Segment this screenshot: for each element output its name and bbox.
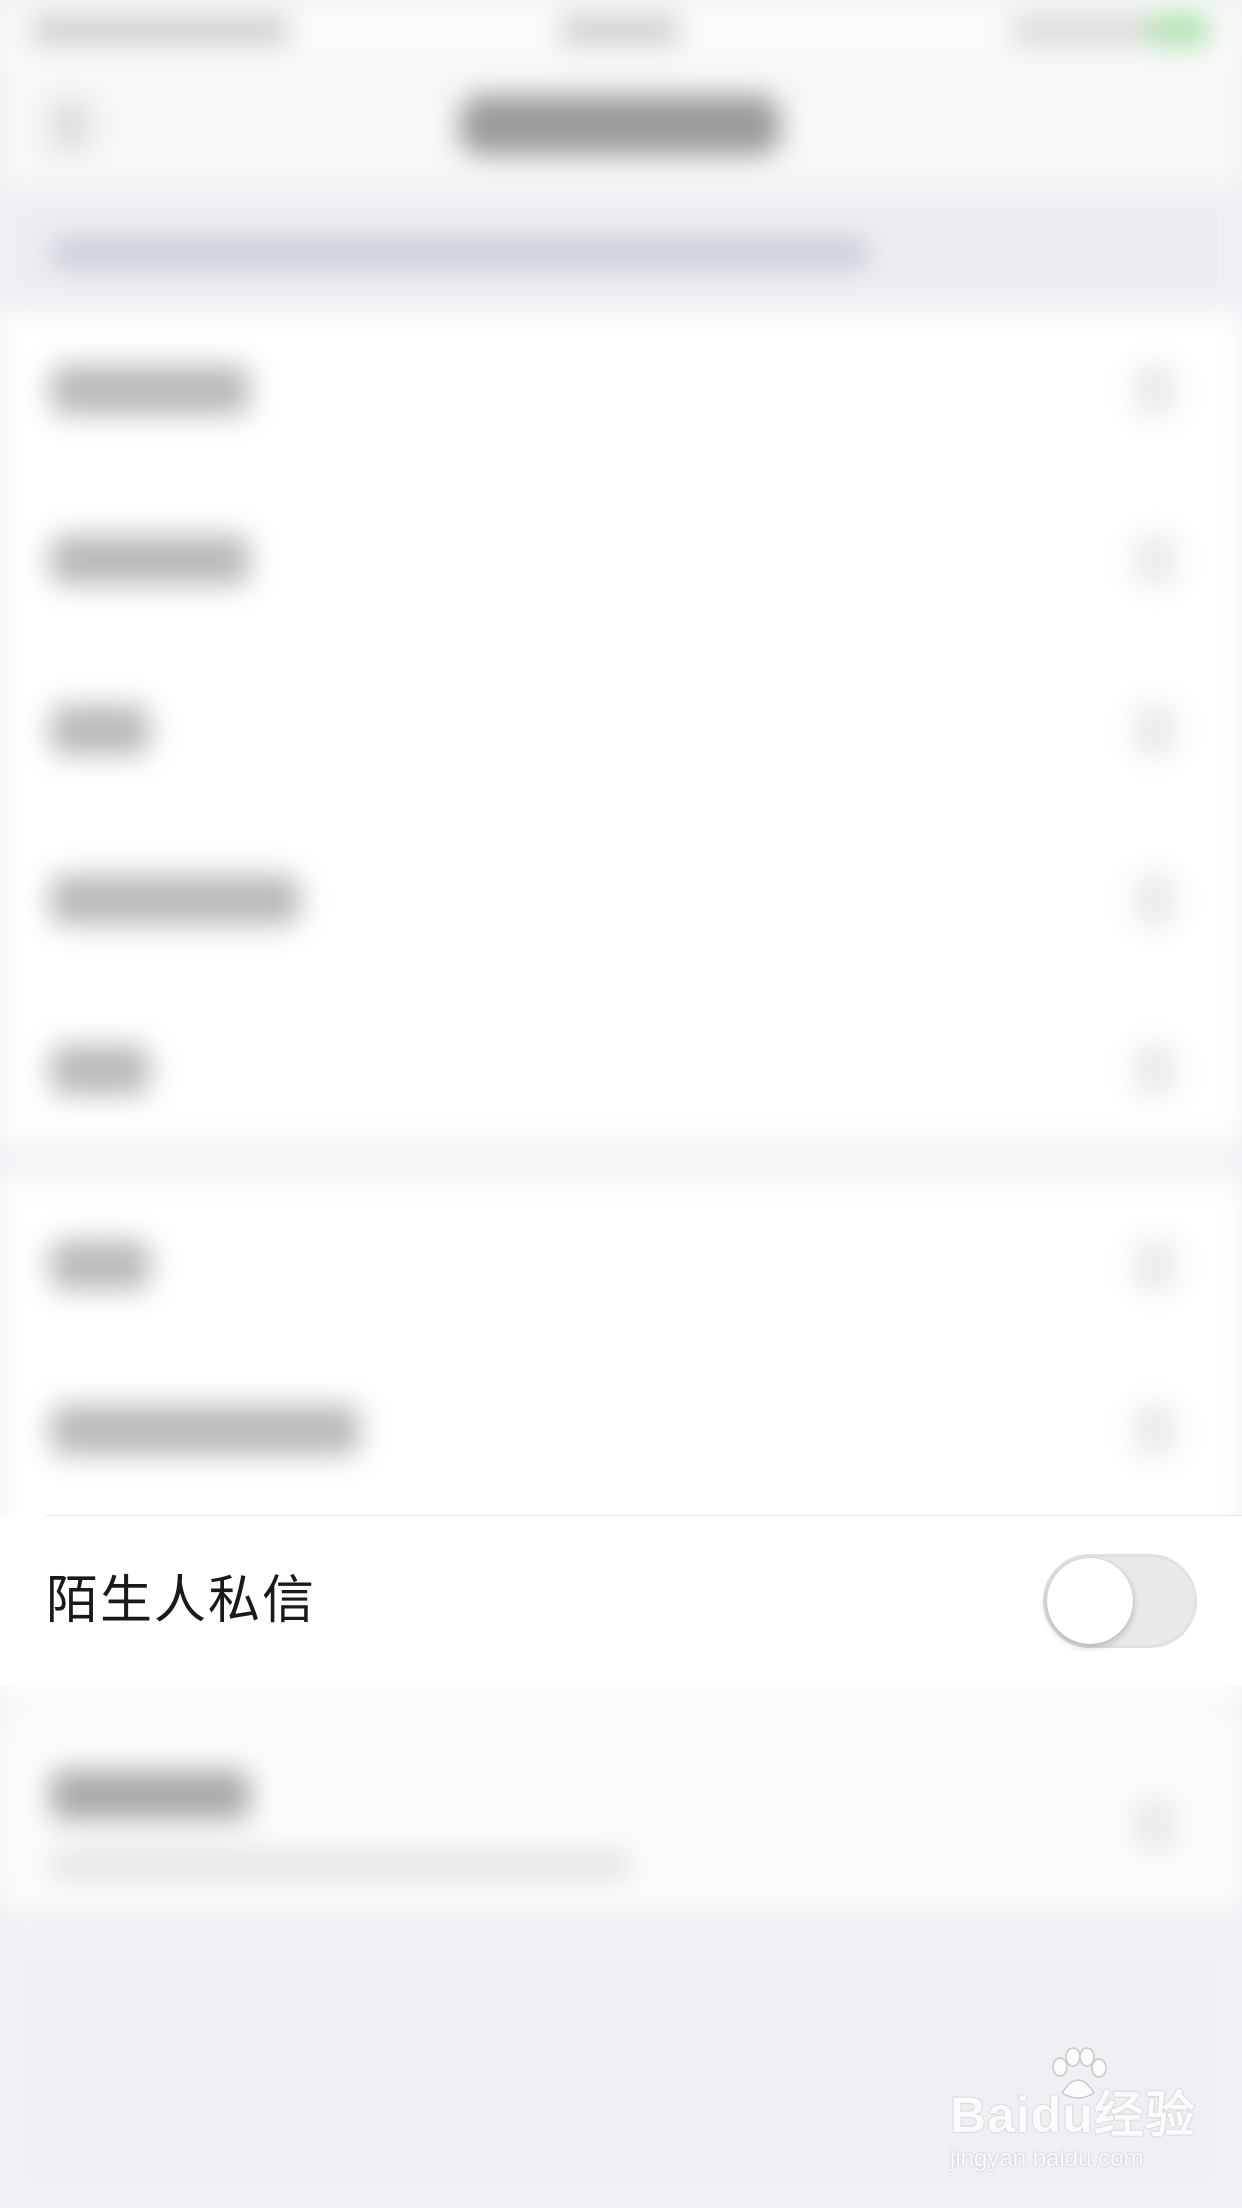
stranger-message-row[interactable]: 陌生人私信 — [0, 1516, 1242, 1686]
settings-list — [0, 310, 1242, 1700]
chevron-right-icon — [1135, 535, 1175, 585]
watermark-logo-text: Baidu经验 — [950, 2087, 1196, 2143]
list-item-label[interactable] — [50, 365, 250, 415]
list-item-label[interactable] — [50, 1240, 150, 1290]
toggle-knob — [1047, 1558, 1133, 1644]
navigation-bar — [0, 60, 1242, 190]
status-time — [560, 15, 680, 45]
page-title — [460, 95, 780, 155]
status-carrier — [30, 15, 290, 45]
list-item-label[interactable] — [50, 705, 150, 755]
chevron-right-icon — [1135, 365, 1175, 415]
list-item-label[interactable] — [50, 875, 300, 925]
chevron-right-icon — [1135, 1405, 1175, 1455]
list-item-subtitle — [50, 1850, 630, 1880]
stranger-message-toggle[interactable] — [1043, 1554, 1197, 1648]
chevron-right-icon — [1135, 1045, 1175, 1095]
chevron-right-icon — [1135, 1800, 1175, 1850]
list-item-label[interactable] — [50, 535, 250, 585]
status-bar — [0, 0, 1242, 60]
list-item-label[interactable] — [50, 1045, 150, 1095]
baidu-jingyan-watermark: Baidu经验 jingyan.baidu.com — [950, 2047, 1200, 2185]
section-hint — [0, 190, 1242, 310]
stranger-message-label: 陌生人私信 — [46, 1571, 317, 1631]
watermark-url: jingyan.baidu.com — [950, 2145, 1144, 2172]
group-separator — [0, 1140, 1242, 1180]
chevron-right-icon — [1135, 1240, 1175, 1290]
section-hint-text — [50, 238, 870, 268]
chevron-right-icon — [1135, 875, 1175, 925]
battery-icon — [1150, 15, 1210, 45]
list-item-label[interactable] — [50, 1770, 250, 1820]
bottom-settings-group — [0, 1710, 1242, 1910]
back-icon[interactable] — [50, 100, 90, 150]
chevron-right-icon — [1135, 705, 1175, 755]
list-item-label[interactable] — [50, 1405, 360, 1455]
status-indicators — [1010, 15, 1160, 45]
